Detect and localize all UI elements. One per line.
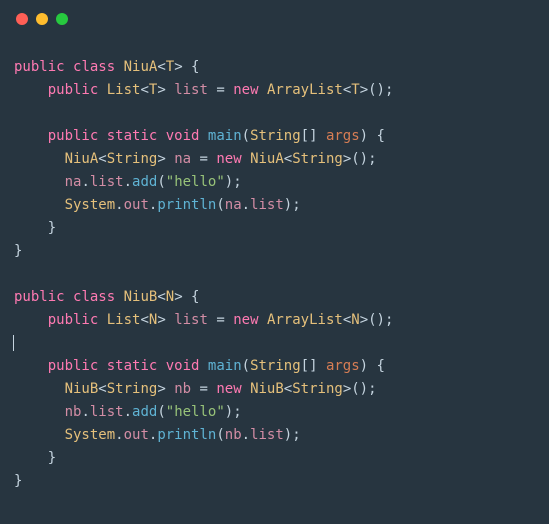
- window-titlebar: [0, 0, 549, 38]
- minimize-icon[interactable]: [36, 13, 48, 25]
- line: System.out.println(na.list);: [14, 197, 301, 213]
- line: }: [14, 243, 22, 259]
- line: NiuB<String> nb = new NiuB<String>();: [14, 381, 377, 397]
- close-icon[interactable]: [16, 13, 28, 25]
- line: }: [14, 220, 56, 236]
- line: public static void main(String[] args) {: [14, 358, 385, 374]
- line: }: [14, 473, 22, 489]
- line: NiuA<String> na = new NiuA<String>();: [14, 151, 377, 167]
- text-cursor: [13, 335, 14, 351]
- line: public List<T> list = new ArrayList<T>()…: [14, 82, 393, 98]
- line: }: [14, 450, 56, 466]
- line: public static void main(String[] args) {: [14, 128, 385, 144]
- maximize-icon[interactable]: [56, 13, 68, 25]
- line: public class NiuB<N> {: [14, 289, 200, 305]
- line: nb.list.add("hello");: [14, 404, 242, 420]
- code-editor[interactable]: public class NiuA<T> { public List<T> li…: [0, 38, 549, 511]
- line: public List<N> list = new ArrayList<N>()…: [14, 312, 393, 328]
- line: na.list.add("hello");: [14, 174, 242, 190]
- line: System.out.println(nb.list);: [14, 427, 301, 443]
- line: public class NiuA<T> {: [14, 59, 200, 75]
